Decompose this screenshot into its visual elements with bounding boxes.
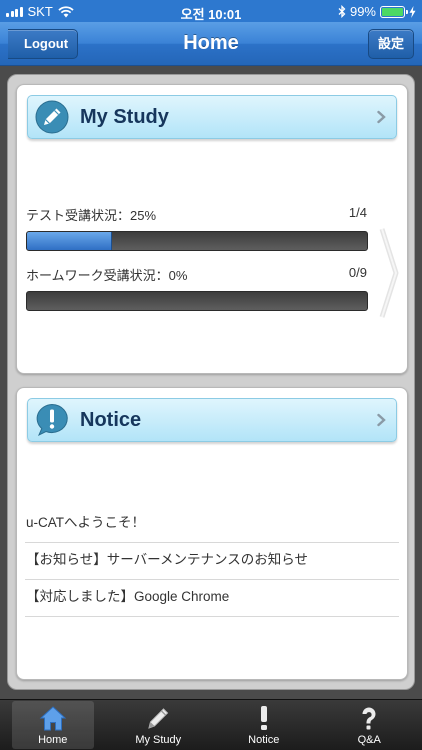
homework-progress-label: ホームワーク受講状況：0% <box>26 268 188 283</box>
notice-panel: Notice u-CATへようこそ！ 【お知らせ】サーバーメンテナンスのお知らせ… <box>16 387 408 680</box>
notice-item[interactable]: u-CATへようこそ！ <box>25 506 399 543</box>
tab-my-study-label: My Study <box>135 734 182 746</box>
test-progress-count: 1/4 <box>348 205 367 220</box>
status-bar: SKT 오전 10:01 99% <box>0 0 422 22</box>
homework-progress-count: 0/9 <box>348 265 367 280</box>
tab-home-label: Home <box>38 734 68 746</box>
my-study-title: My Study <box>80 106 169 128</box>
settings-button[interactable]: 設定 <box>367 29 414 59</box>
battery-percent: 99% <box>349 4 376 19</box>
exclamation-bubble-icon <box>36 403 68 437</box>
tab-home[interactable]: Home <box>0 700 106 750</box>
question-icon <box>362 707 376 730</box>
notice-title: Notice <box>80 409 142 431</box>
notice-header[interactable]: Notice <box>27 398 397 442</box>
logout-label: Logout <box>24 36 69 51</box>
nav-bar: Logout Home 設定 <box>0 22 422 66</box>
notice-item[interactable]: 【お知らせ】サーバーメンテナンスのお知らせ <box>25 543 399 580</box>
tab-my-study[interactable]: My Study <box>106 700 212 750</box>
tab-qa[interactable]: Q&A <box>317 700 422 750</box>
chevron-right-icon <box>377 110 386 124</box>
tab-qa-label: Q&A <box>357 734 381 746</box>
homework-progress-bar <box>26 291 368 311</box>
my-study-header[interactable]: My Study <box>27 95 397 139</box>
my-study-panel: My Study テスト受講状況：25% 1/4 ホームワーク受講状況：0% 0… <box>16 84 408 374</box>
tab-notice-label: Notice <box>248 734 280 746</box>
bluetooth-icon <box>338 5 346 18</box>
tab-notice[interactable]: Notice <box>211 700 317 750</box>
page-next-arrow-icon[interactable] <box>379 227 399 319</box>
content-area: My Study テスト受講状況：25% 1/4 ホームワーク受講状況：0% 0… <box>7 74 415 690</box>
home-icon <box>39 706 67 731</box>
pencil-icon <box>35 100 69 134</box>
battery-fill <box>382 7 403 16</box>
tab-bar: Home My Study Notice Q&A <box>0 699 422 750</box>
notice-list: u-CATへようこそ！ 【お知らせ】サーバーメンテナンスのお知らせ 【対応しまし… <box>25 506 399 617</box>
test-progress-bar <box>26 231 368 251</box>
test-progress-label: テスト受講状況：25% <box>26 208 157 223</box>
charging-icon <box>409 5 416 18</box>
chevron-right-icon <box>377 413 386 427</box>
exclamation-icon <box>260 706 267 730</box>
battery-icon <box>380 5 408 18</box>
test-progress-fill <box>27 232 112 250</box>
status-right: 99% <box>338 4 416 19</box>
notice-item[interactable]: 【対応しました】Google Chrome <box>25 580 399 617</box>
pencil-icon <box>148 708 169 729</box>
